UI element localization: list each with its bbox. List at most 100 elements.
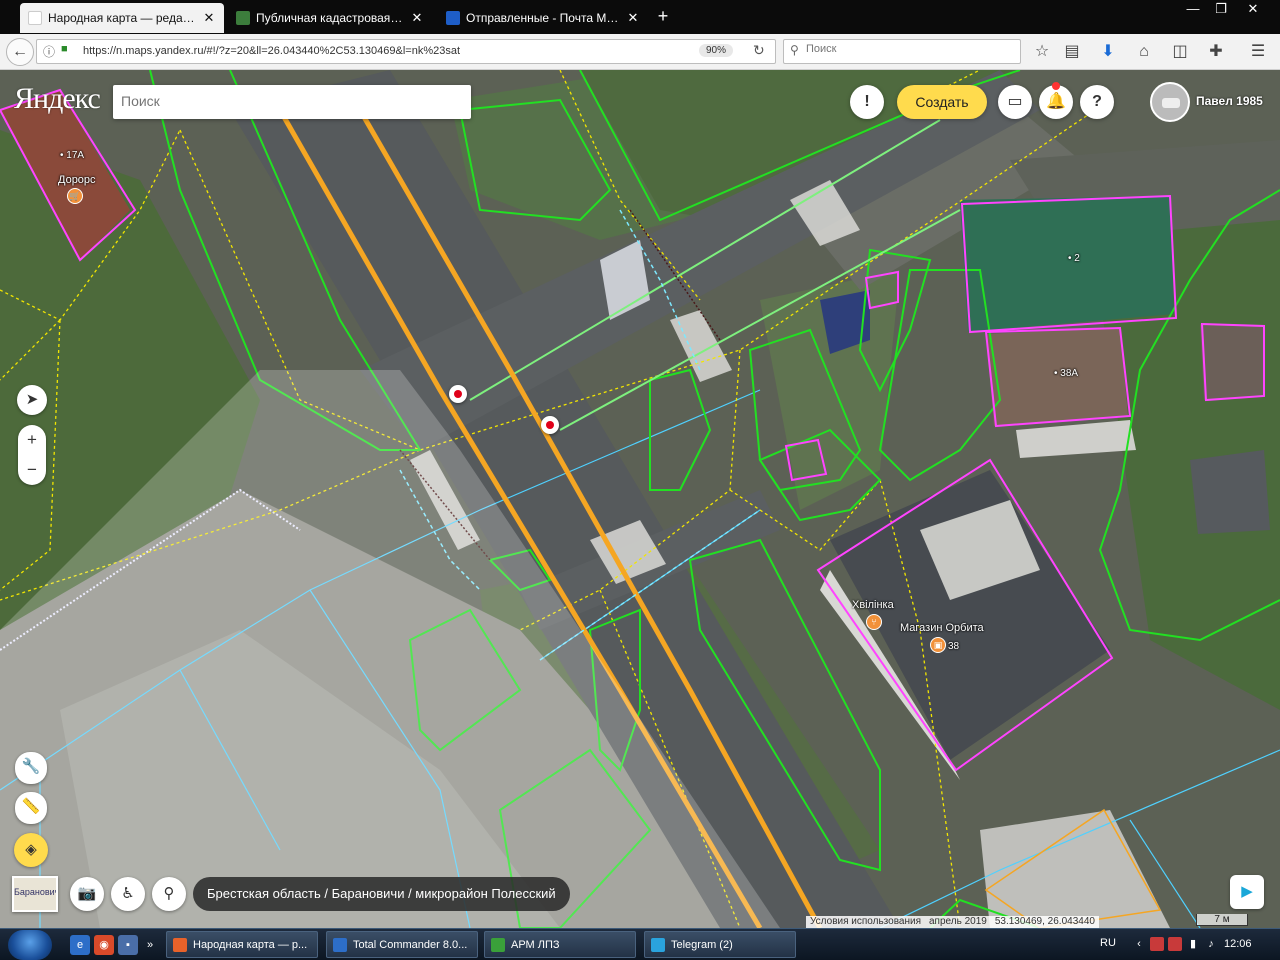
firefox-icon <box>173 937 187 952</box>
shopping-cart-icon[interactable]: 🛒 <box>67 188 83 204</box>
mini-map-label: Барановичи <box>14 887 56 897</box>
building-number: 38А <box>1060 368 1079 379</box>
pocket-icon[interactable]: ◫ <box>1168 40 1192 64</box>
map-search-input[interactable] <box>121 93 461 109</box>
chevron-right-icon[interactable]: » <box>140 935 160 955</box>
home-icon[interactable]: ⌂ <box>1132 40 1156 64</box>
browser-search-bar[interactable]: ⚲ <box>783 39 1021 64</box>
poi-label-dorors[interactable]: Дорорс <box>58 174 96 186</box>
clock[interactable]: 12:06 <box>1224 938 1252 950</box>
building-number: 17А <box>66 150 85 161</box>
zoom-in-button[interactable]: + <box>18 425 46 455</box>
tab-cadastre-map[interactable]: Публичная кадастровая ка... ✕ <box>228 3 432 33</box>
zoom-level-badge[interactable]: 90% <box>699 44 734 57</box>
road-event-pin[interactable] <box>541 416 559 434</box>
extensions-icon[interactable]: ✚ <box>1204 40 1228 64</box>
geolocation-arrow-icon[interactable]: ➤ <box>17 385 47 415</box>
task-title: АРМ ЛПЗ <box>511 938 560 951</box>
pedestrian-icon[interactable]: ♿ <box>111 877 145 911</box>
close-tab-icon[interactable]: ✕ <box>626 10 640 26</box>
windows-taskbar: e ◉ ▪ » Народная карта — р... Total Comm… <box>0 928 1280 960</box>
map-pin-icon <box>28 11 42 25</box>
avatar[interactable] <box>1150 82 1190 122</box>
shop-icon[interactable]: ▣ <box>930 637 946 653</box>
maximize-icon[interactable]: ❐ <box>1206 0 1236 18</box>
building-label-2[interactable]: • 2 <box>1068 253 1080 264</box>
tab-narodnaya-karta[interactable]: Народная карта — редакто... ✕ <box>20 3 224 33</box>
browser-nav-bar: ← ⓘ ■ https://n.maps.yandex.ru/#!/?z=20&… <box>0 34 1280 70</box>
task-title: Telegram (2) <box>671 938 733 951</box>
task-title: Народная карта — р... <box>193 938 308 951</box>
location-pin-icon[interactable]: ⚲ <box>152 877 186 911</box>
location-breadcrumb[interactable]: Брестская область / Барановичи / микрора… <box>193 877 570 911</box>
help-button[interactable]: ? <box>1080 85 1114 119</box>
tray-chevron-icon[interactable]: ‹ <box>1132 937 1146 951</box>
browser-search-input[interactable] <box>806 43 1016 55</box>
restaurant-icon[interactable]: ⑂ <box>866 614 882 630</box>
shield-icon[interactable] <box>1168 937 1182 951</box>
new-tab-button[interactable]: + <box>652 6 674 27</box>
building-number: 2 <box>1074 253 1080 264</box>
building-label-38[interactable]: 38 <box>948 641 959 652</box>
task-title: Total Commander 8.0... <box>353 938 468 951</box>
wrench-icon[interactable]: 🔧 <box>15 752 47 784</box>
zoom-out-button[interactable]: − <box>18 455 46 485</box>
bell-icon[interactable]: 🔔 <box>1039 85 1073 119</box>
ie-icon[interactable]: e <box>70 935 90 955</box>
bookmark-star-icon[interactable]: ☆ <box>1030 40 1054 64</box>
url-text[interactable]: https://n.maps.yandex.ru/#!/?z=20&ll=26.… <box>83 45 460 57</box>
terms-link[interactable]: Условия использования <box>806 916 925 928</box>
building-label-38a[interactable]: • 38А <box>1054 368 1078 379</box>
panorama-play-icon[interactable]: ▶ <box>1230 875 1264 909</box>
back-arrow-icon[interactable]: ← <box>6 38 34 66</box>
reload-icon[interactable]: ↻ <box>753 42 765 59</box>
arm-icon <box>491 937 505 952</box>
taskbar-item-firefox[interactable]: Народная карта — р... <box>166 931 318 958</box>
map-viewport[interactable]: • 17А Дорорс 🛒 • 2 • 38А Хвілінка ⑂ Мага… <box>0 70 1280 928</box>
close-tab-icon[interactable]: ✕ <box>410 10 424 26</box>
chrome-icon[interactable]: ◉ <box>94 935 114 955</box>
antivirus-icon[interactable] <box>1150 937 1164 951</box>
info-icon[interactable]: ⓘ <box>43 43 55 60</box>
poi-label-orbita[interactable]: Магазин Орбита <box>900 622 984 634</box>
reading-list-icon[interactable]: ▤ <box>1060 40 1084 64</box>
layers-icon[interactable]: ◈ <box>14 833 48 867</box>
alert-button[interactable]: ! <box>850 85 884 119</box>
minimize-icon[interactable]: — <box>1178 0 1208 18</box>
network-icon[interactable]: ▮ <box>1186 937 1200 951</box>
mini-map[interactable]: Барановичи <box>12 876 58 912</box>
url-bar[interactable]: ⓘ ■ https://n.maps.yandex.ru/#!/?z=20&ll… <box>36 39 776 64</box>
volume-icon[interactable]: ♪ <box>1204 937 1218 951</box>
ruler-icon[interactable]: 📏 <box>15 792 47 824</box>
tab-title: Народная карта — редакто... <box>48 11 196 25</box>
close-tab-icon[interactable]: ✕ <box>202 10 216 26</box>
menu-hamburger-icon[interactable]: ☰ <box>1246 40 1270 64</box>
satellite-imagery <box>0 70 1280 928</box>
tab-mail[interactable]: Отправленные - Почта Mail.ru ✕ <box>438 3 648 33</box>
user-name[interactable]: Павел 1985 <box>1196 94 1263 108</box>
mail-icon <box>446 11 460 25</box>
scale-bar: 7 м <box>1196 914 1248 926</box>
camera-icon[interactable]: 📷 <box>70 877 104 911</box>
search-icon: ⚲ <box>790 43 799 57</box>
tab-title: Публичная кадастровая ка... <box>256 11 404 25</box>
coordinates: 53.130469, 26.043440 <box>994 916 1095 927</box>
create-button[interactable]: Создать <box>897 85 987 119</box>
taskbar-item-telegram[interactable]: Telegram (2) <box>644 931 796 958</box>
language-indicator[interactable]: RU <box>1100 937 1116 949</box>
poi-label-khvilinka[interactable]: Хвілінка <box>852 599 894 611</box>
road-event-pin[interactable] <box>449 385 467 403</box>
browser-tab-bar: Народная карта — редакто... ✕ Публичная … <box>0 0 1280 34</box>
close-window-icon[interactable]: ✕ <box>1238 0 1268 18</box>
windows-start-icon[interactable] <box>8 930 52 960</box>
building-label-17a[interactable]: • 17А <box>60 150 84 161</box>
messages-icon[interactable]: ▭ <box>998 85 1032 119</box>
taskbar-item-arm-lpz[interactable]: АРМ ЛПЗ <box>484 931 636 958</box>
tab-title: Отправленные - Почта Mail.ru <box>466 11 620 25</box>
yandex-logo[interactable]: Яндекс <box>14 82 101 116</box>
copyright-bar: Условия использования апрель 2019 53.130… <box>806 916 1099 928</box>
save-icon[interactable]: ▪ <box>118 935 138 955</box>
map-search-box[interactable] <box>113 85 471 119</box>
download-arrow-icon[interactable]: ⬇ <box>1096 40 1120 64</box>
taskbar-item-total-commander[interactable]: Total Commander 8.0... <box>326 931 478 958</box>
